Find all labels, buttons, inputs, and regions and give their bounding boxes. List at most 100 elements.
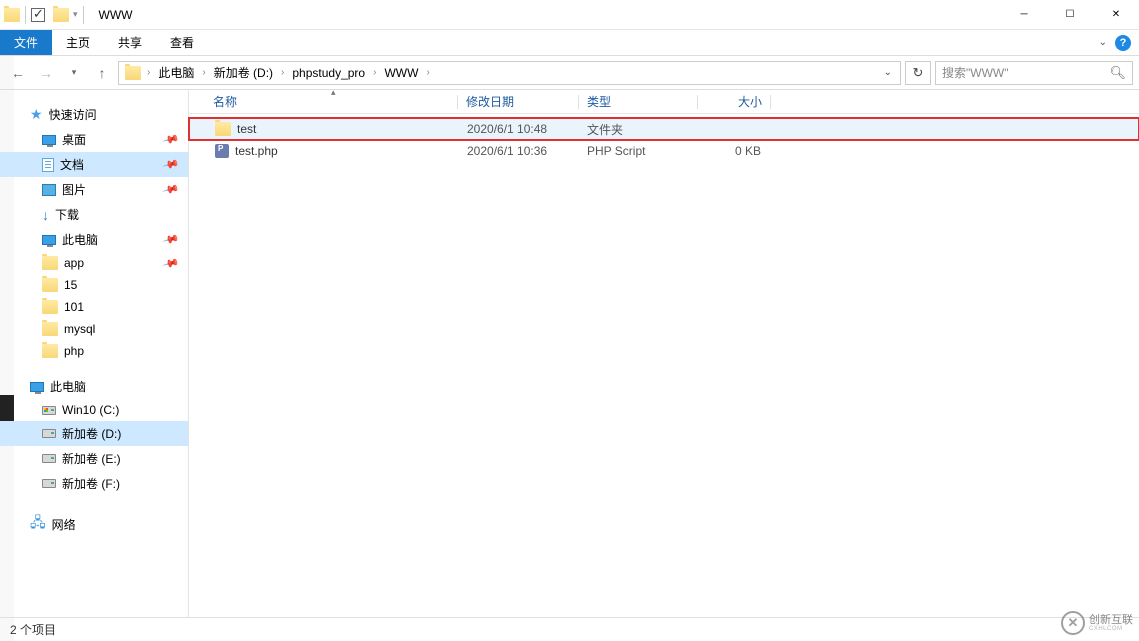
- nav-back-button[interactable]: ←: [6, 61, 30, 85]
- nav-quick-item[interactable]: app 📌: [0, 252, 188, 274]
- file-row[interactable]: test.php2020/6/1 10:36PHP Script0 KB: [189, 140, 1139, 162]
- star-icon: ★: [30, 106, 43, 123]
- php-file-icon: [215, 144, 229, 158]
- file-row[interactable]: test2020/6/1 10:48文件夹: [189, 118, 1139, 140]
- nav-item-label: 此电脑: [62, 231, 98, 248]
- file-type: 文件夹: [579, 121, 697, 138]
- nav-item-label: 新加卷 (D:): [62, 425, 121, 442]
- drive-icon: [42, 429, 56, 438]
- nav-quick-access[interactable]: ★ 快速访问: [0, 102, 188, 127]
- network-icon: 🖧: [30, 512, 46, 536]
- nav-quick-item[interactable]: ↓ 下载: [0, 202, 188, 227]
- file-type: PHP Script: [579, 144, 697, 158]
- address-bar[interactable]: › 此电脑 › 新加卷 (D:) › phpstudy_pro › WWW › …: [118, 61, 901, 85]
- column-type[interactable]: 类型: [579, 93, 697, 110]
- download-icon: ↓: [42, 207, 49, 223]
- file-list: test2020/6/1 10:48文件夹test.php2020/6/1 10…: [189, 114, 1139, 617]
- drive-icon: [42, 479, 56, 488]
- nav-item-label: app: [64, 256, 84, 270]
- breadcrumb-pc[interactable]: 此电脑: [152, 64, 200, 81]
- address-folder-icon: [125, 66, 141, 80]
- drive-icon: [42, 406, 56, 415]
- pin-icon: 📌: [162, 155, 180, 173]
- ribbon-tab-view[interactable]: 查看: [156, 30, 208, 55]
- picture-icon: [42, 184, 56, 196]
- app-folder-icon: [4, 8, 20, 22]
- search-input[interactable]: 搜索"WWW" 🔍︎: [935, 61, 1133, 85]
- nav-quick-item[interactable]: 此电脑 📌: [0, 227, 188, 252]
- search-icon[interactable]: 🔍︎: [1109, 65, 1126, 81]
- breadcrumb-folder2[interactable]: WWW: [378, 66, 424, 80]
- nav-drive-item[interactable]: 新加卷 (F:): [0, 471, 188, 496]
- chevron-right-icon[interactable]: ›: [200, 67, 207, 78]
- folder-icon: [42, 344, 58, 358]
- nav-quick-item[interactable]: php: [0, 340, 188, 362]
- nav-up-button[interactable]: ↑: [90, 61, 114, 85]
- qat-dropdown-icon[interactable]: ▾: [73, 9, 78, 20]
- nav-network[interactable]: 🖧 网络: [0, 508, 188, 540]
- folder-icon: [42, 278, 58, 292]
- file-list-area: 名称▴ 修改日期 类型 大小 test2020/6/1 10:48文件夹test…: [189, 90, 1139, 617]
- column-name[interactable]: 名称▴: [205, 93, 457, 110]
- chevron-right-icon[interactable]: ›: [279, 67, 286, 78]
- nav-item-label: 新加卷 (F:): [62, 475, 120, 492]
- watermark-logo-icon: ✕: [1061, 611, 1085, 635]
- ribbon-tab-share[interactable]: 共享: [104, 30, 156, 55]
- nav-drive-item[interactable]: Win10 (C:): [0, 399, 188, 421]
- nav-forward-button[interactable]: →: [34, 61, 58, 85]
- nav-quick-item[interactable]: 桌面📌: [0, 127, 188, 152]
- chevron-right-icon[interactable]: ›: [424, 67, 431, 78]
- ribbon-tab-home[interactable]: 主页: [52, 30, 104, 55]
- watermark: ✕ 创新互联 CXHLCOM: [1061, 611, 1133, 635]
- nav-quick-item[interactable]: 101: [0, 296, 188, 318]
- breadcrumb-folder1[interactable]: phpstudy_pro: [286, 66, 371, 80]
- title-bar: ▾ WWW ─ ☐ ✕: [0, 0, 1139, 30]
- nav-this-pc[interactable]: 此电脑: [0, 374, 188, 399]
- qat-properties-icon[interactable]: [31, 8, 45, 22]
- navigation-row: ← → ▾ ↑ › 此电脑 › 新加卷 (D:) › phpstudy_pro …: [0, 56, 1139, 90]
- address-history-dropdown[interactable]: ⌄: [878, 67, 898, 78]
- pin-icon: 📌: [162, 254, 180, 272]
- close-button[interactable]: ✕: [1093, 0, 1139, 30]
- nav-item-label: 图片: [62, 181, 86, 198]
- nav-item-label: 下载: [55, 206, 79, 223]
- ribbon-expand-icon[interactable]: ⌄: [1099, 37, 1107, 48]
- nav-drive-item[interactable]: 新加卷 (E:): [0, 446, 188, 471]
- window-title: WWW: [99, 8, 133, 22]
- chevron-right-icon[interactable]: ›: [371, 67, 378, 78]
- pin-icon: 📌: [162, 180, 180, 198]
- drive-icon: [42, 454, 56, 463]
- folder-icon: [42, 322, 58, 336]
- monitor-icon: [42, 235, 56, 245]
- file-size: 0 KB: [697, 144, 769, 158]
- qat-folder-icon[interactable]: [53, 8, 69, 22]
- nav-quick-item[interactable]: 文档📌: [0, 152, 188, 177]
- nav-drive-item[interactable]: 新加卷 (D:): [0, 421, 188, 446]
- nav-quick-item[interactable]: mysql: [0, 318, 188, 340]
- pin-icon: 📌: [162, 230, 180, 248]
- sort-indicator-icon: ▴: [331, 87, 336, 98]
- nav-item-label: mysql: [64, 322, 95, 336]
- folder-icon: [42, 256, 58, 270]
- monitor-icon: [30, 382, 44, 392]
- navigation-pane: ★ 快速访问 桌面📌文档📌 图片 📌 ↓ 下载此电脑 📌 app 📌 15 101 mysql php…: [0, 90, 189, 617]
- column-date[interactable]: 修改日期: [458, 93, 578, 110]
- file-date: 2020/6/1 10:48: [459, 122, 579, 136]
- maximize-button[interactable]: ☐: [1047, 0, 1093, 30]
- file-date: 2020/6/1 10:36: [459, 144, 579, 158]
- chevron-right-icon[interactable]: ›: [145, 67, 152, 78]
- search-placeholder: 搜索"WWW": [942, 64, 1009, 81]
- ribbon-tabs: 文件 主页 共享 查看 ⌄ ?: [0, 30, 1139, 56]
- nav-quick-item[interactable]: 图片 📌: [0, 177, 188, 202]
- status-item-count: 2 个项目: [10, 621, 56, 638]
- ribbon-file-tab[interactable]: 文件: [0, 30, 52, 55]
- nav-item-label: 101: [64, 300, 84, 314]
- minimize-button[interactable]: ─: [1001, 0, 1047, 30]
- refresh-button[interactable]: ↻: [905, 61, 931, 85]
- column-headers: 名称▴ 修改日期 类型 大小: [189, 90, 1139, 114]
- column-size[interactable]: 大小: [698, 93, 770, 110]
- help-icon[interactable]: ?: [1115, 35, 1131, 51]
- breadcrumb-drive[interactable]: 新加卷 (D:): [208, 64, 279, 81]
- nav-quick-item[interactable]: 15: [0, 274, 188, 296]
- nav-recent-dropdown[interactable]: ▾: [62, 61, 86, 85]
